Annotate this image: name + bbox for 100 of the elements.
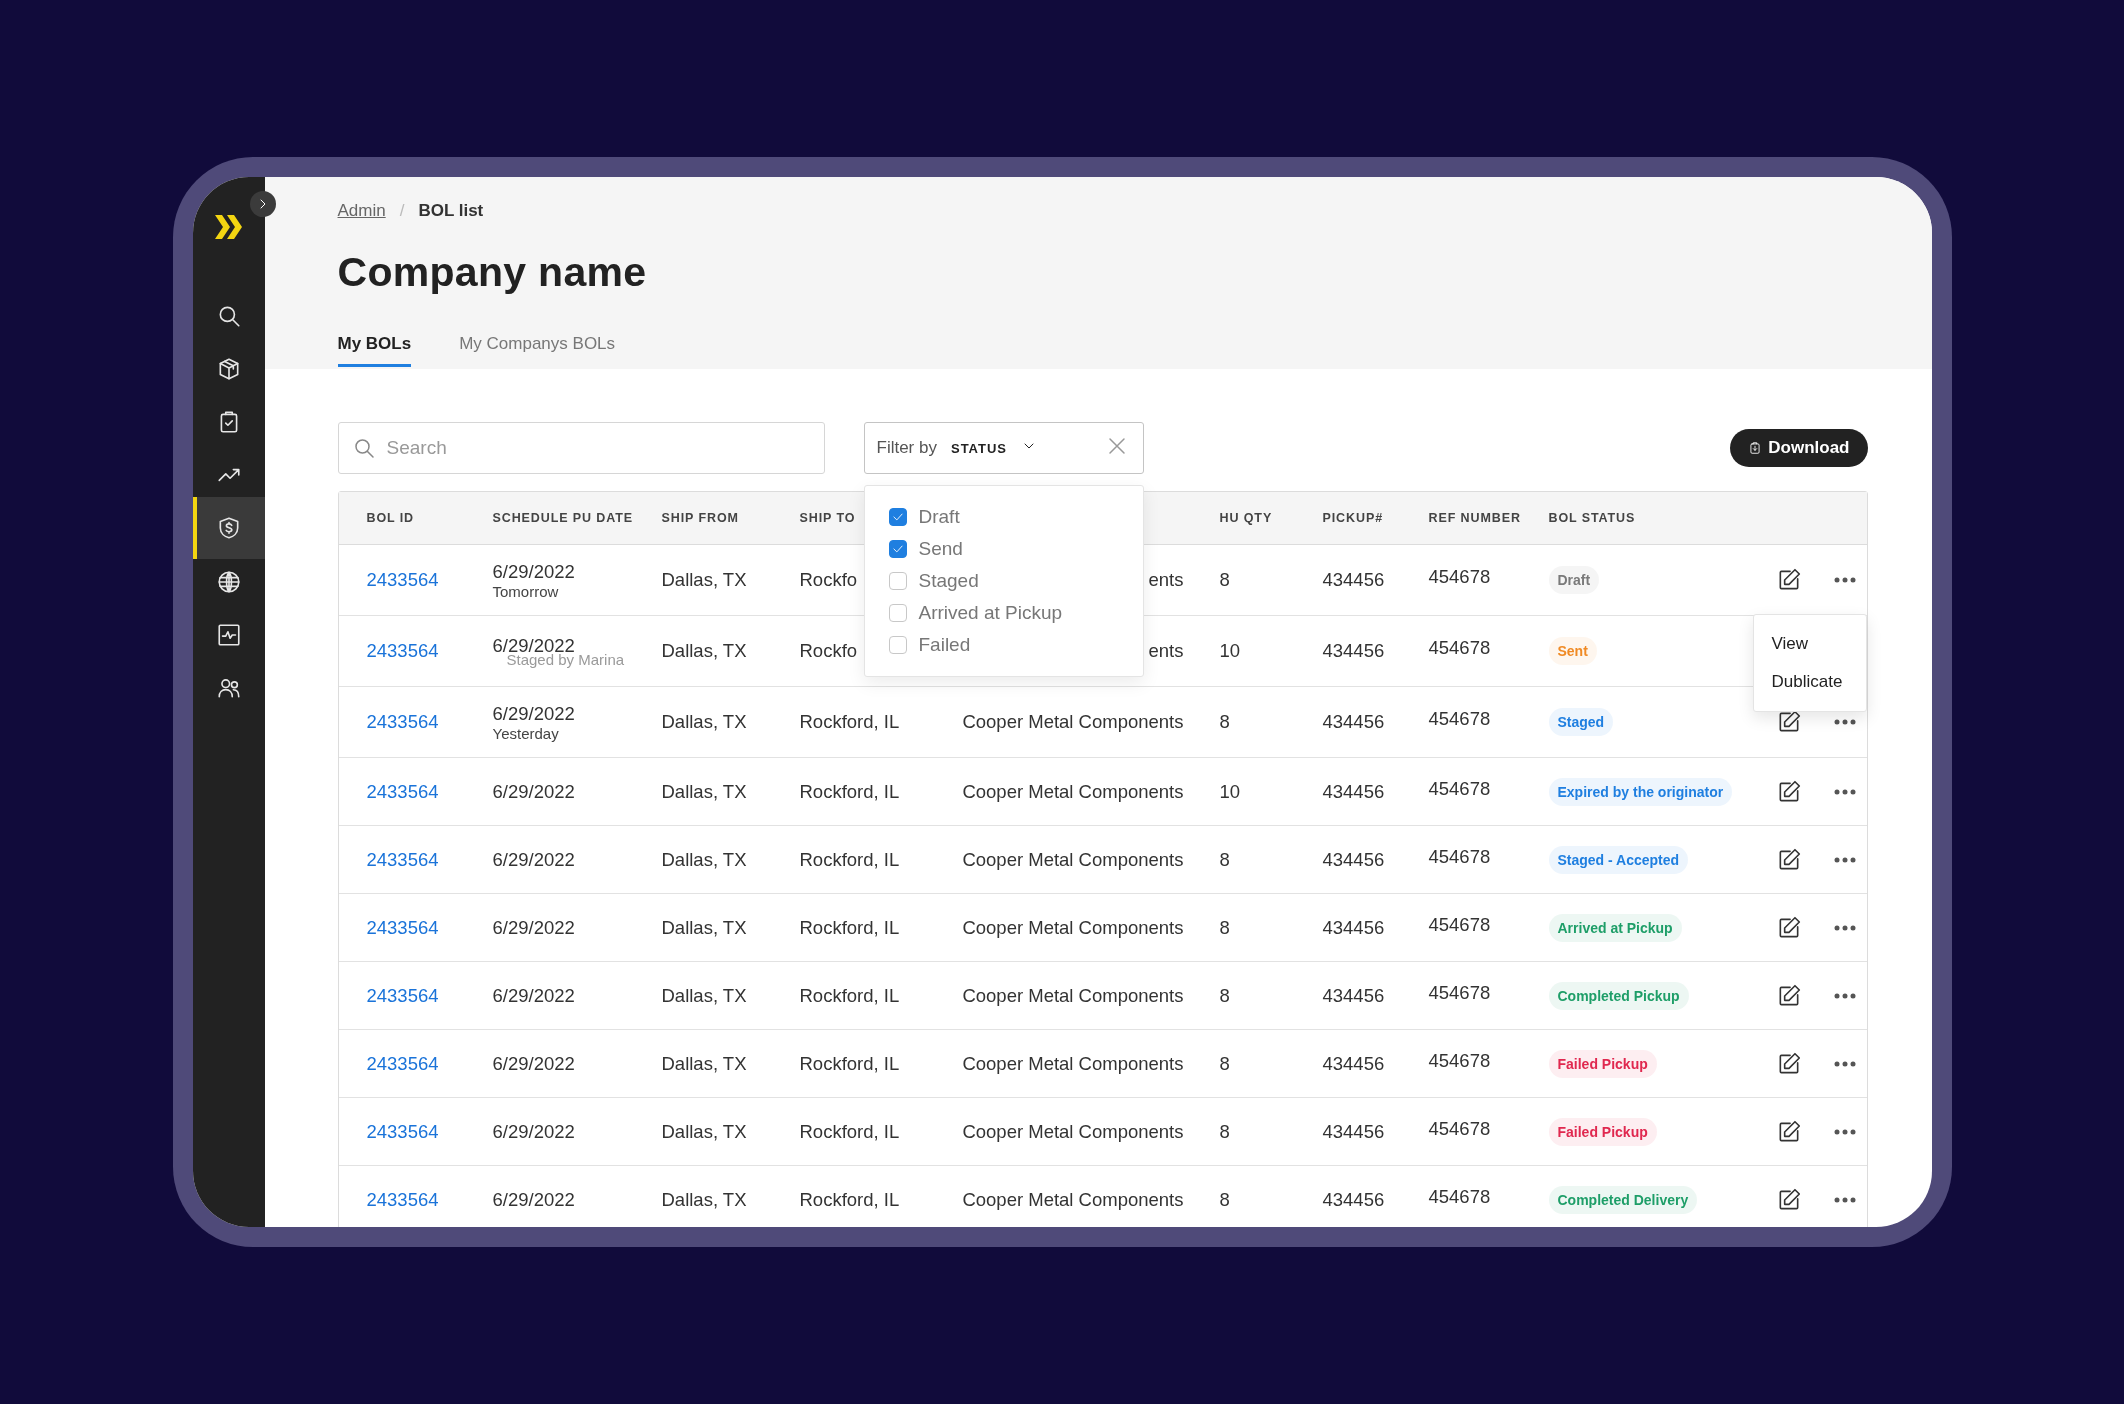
more-icon [1833,856,1856,863]
date-text: 6/29/2022 [492,1188,576,1211]
bol-id-link[interactable]: 2433564 [366,984,493,1007]
option-label[interactable]: Send [918,538,963,560]
bol-id-link[interactable]: 2433564 [366,1052,493,1075]
status-badge: Staged [1548,708,1614,736]
checkbox[interactable] [888,508,907,526]
table-cell: 454678 [1428,1185,1491,1208]
table-cell: Dallas, TX [661,984,747,1007]
bol-id-link[interactable]: 2433564 [366,916,493,939]
bol-id-link[interactable]: 2433564 [366,1120,493,1143]
table-cell: Dallas, TX [661,1188,747,1211]
table-cell: Dallas, TX [661,640,747,662]
table-cell: 454678 [1428,777,1491,800]
checkbox[interactable] [888,572,907,590]
table-cell: ents [1148,569,1184,591]
table-cell: Dallas, TX [661,569,747,591]
table-cell: 434456 [1322,1120,1385,1143]
table-cell: 434456 [1322,916,1385,939]
column-header: SHIP TO [799,511,856,525]
table-cell: 8 [1219,848,1230,871]
table-cell: 434456 [1322,984,1385,1007]
option-label[interactable]: Failed [918,634,971,656]
date-text: 6/29/2022 [492,916,576,939]
breadcrumb-separator: / [399,201,405,221]
table-cell: 434456 [1322,848,1385,871]
table-cell: Cooper Metal Components [962,916,1184,939]
menu-item[interactable]: View [1753,625,1866,663]
table-cell: Rockford, IL [799,711,900,733]
table-cell: Dallas, TX [661,711,747,733]
table-cell: Cooper Metal Components [962,1188,1184,1211]
option-label[interactable]: Arrived at Pickup [918,602,1063,624]
status-badge: Completed Pickup [1548,981,1689,1010]
column-header: SHIP FROM [661,511,739,525]
table-cell: Dallas, TX [661,1120,747,1143]
date-text: 6/29/2022 [492,780,576,803]
breadcrumb-link[interactable]: Admin [337,201,386,221]
table-cell: Cooper Metal Components [962,780,1184,803]
table-cell: Rockford, IL [799,1188,900,1211]
table-cell: 434456 [1322,1052,1385,1075]
option-label[interactable]: Draft [918,506,960,528]
table-cell: ents [1148,640,1184,662]
globe-icon [215,568,242,595]
table-cell: 8 [1219,916,1230,939]
table-cell: Dallas, TX [661,848,747,871]
checkbox[interactable] [888,636,907,654]
filter-label: Filter by [876,438,937,458]
more-icon [1833,577,1856,583]
bol-id-link[interactable]: 2433564 [366,640,493,662]
status-badge: Staged - Accepted [1548,845,1689,874]
download-icon [1748,441,1763,455]
bol-id-link[interactable]: 2433564 [366,1188,493,1211]
table-cell: 454678 [1428,845,1491,868]
more-icon [1833,1060,1856,1067]
table-cell: 454678 [1428,913,1491,936]
sidebar-item[interactable] [192,497,265,559]
tab[interactable]: My BOLs [337,334,412,367]
bol-id-link[interactable]: 2433564 [366,848,493,871]
filter-value: STATUS [950,440,1008,456]
bol-id-link[interactable]: 2433564 [366,711,493,733]
table-cell: Dallas, TX [661,780,747,803]
table-cell: Rockfo [799,569,858,591]
logo-icon [214,215,243,239]
status-badge: Failed Pickup [1548,1117,1657,1146]
table-cell: 454678 [1428,637,1491,659]
table-cell: 8 [1219,711,1230,733]
filter-dropdown[interactable]: Filter by STATUS [863,422,1144,474]
table-cell: 8 [1219,984,1230,1007]
status-badge: Draft [1548,566,1600,594]
search-field[interactable]: Search [337,422,825,474]
bol-id-link[interactable]: 2433564 [366,780,493,803]
date-caption: Tomorrow [492,582,560,600]
table-cell: Rockford, IL [799,848,900,871]
checkbox[interactable] [888,540,907,558]
table-cell: Cooper Metal Components [962,984,1184,1007]
menu-item[interactable]: Dublicate [1753,663,1866,701]
table-cell: Rockfo [799,640,858,662]
table-cell: 10 [1219,640,1241,662]
tab[interactable]: My Companys BOLs [459,334,616,367]
table-cell: Dallas, TX [661,1052,747,1075]
bol-id-link[interactable]: 2433564 [366,569,493,591]
checkbox[interactable] [888,604,907,622]
table-cell: 10 [1219,780,1241,803]
more-icon [1833,1196,1856,1203]
table-cell: 434456 [1322,711,1385,733]
table-cell: 8 [1219,569,1230,591]
date-text: 6/29/2022 [492,560,576,583]
table-cell: 8 [1219,1052,1230,1075]
date-text: 6/29/2022 [492,1052,576,1075]
date-caption: Yesterday [492,724,560,742]
breadcrumb-current: BOL list [418,201,484,221]
date-text: 6/29/2022 [492,848,576,871]
table-cell: 434456 [1322,1188,1385,1211]
more-icon [1833,719,1856,725]
table-cell: 8 [1219,1188,1230,1211]
column-header: BOL STATUS [1548,511,1636,525]
table-cell: 434456 [1322,640,1385,662]
download-button[interactable]: Download [1730,429,1868,467]
page-title: Company name [337,249,648,296]
option-label[interactable]: Staged [918,570,979,592]
